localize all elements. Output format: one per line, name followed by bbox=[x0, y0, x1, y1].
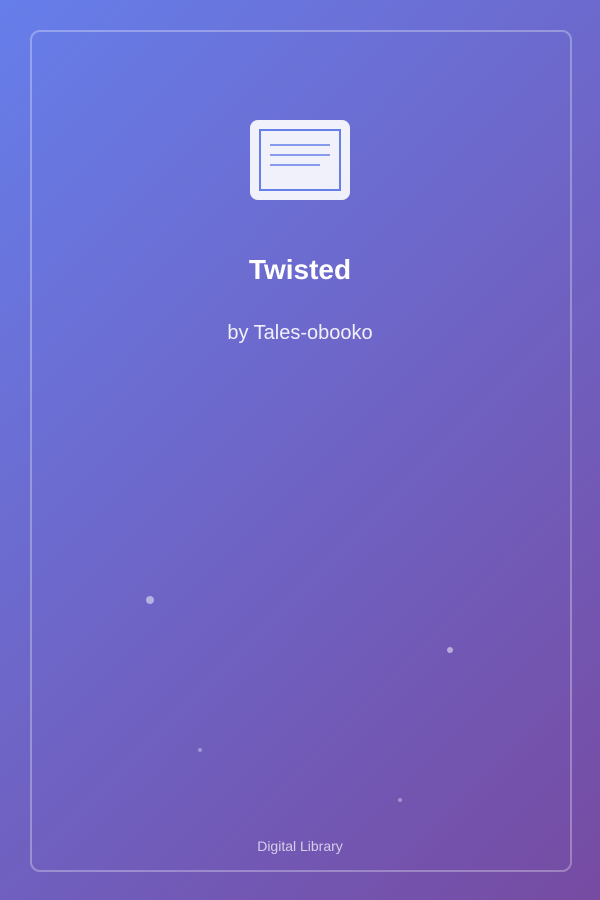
decorative-dot bbox=[198, 748, 202, 752]
decorative-dot bbox=[398, 798, 402, 802]
book-icon bbox=[250, 120, 350, 200]
book-icon-outline bbox=[259, 129, 341, 191]
library-label: Digital Library bbox=[257, 838, 343, 854]
decorative-dot bbox=[447, 647, 453, 653]
book-icon-graphic bbox=[259, 129, 341, 191]
decorative-dot bbox=[146, 596, 154, 604]
book-cover: Twisted by Tales-obooko Digital Library bbox=[0, 0, 600, 900]
book-title: Twisted bbox=[248, 254, 352, 285]
book-author: by Tales-obooko bbox=[227, 322, 373, 344]
